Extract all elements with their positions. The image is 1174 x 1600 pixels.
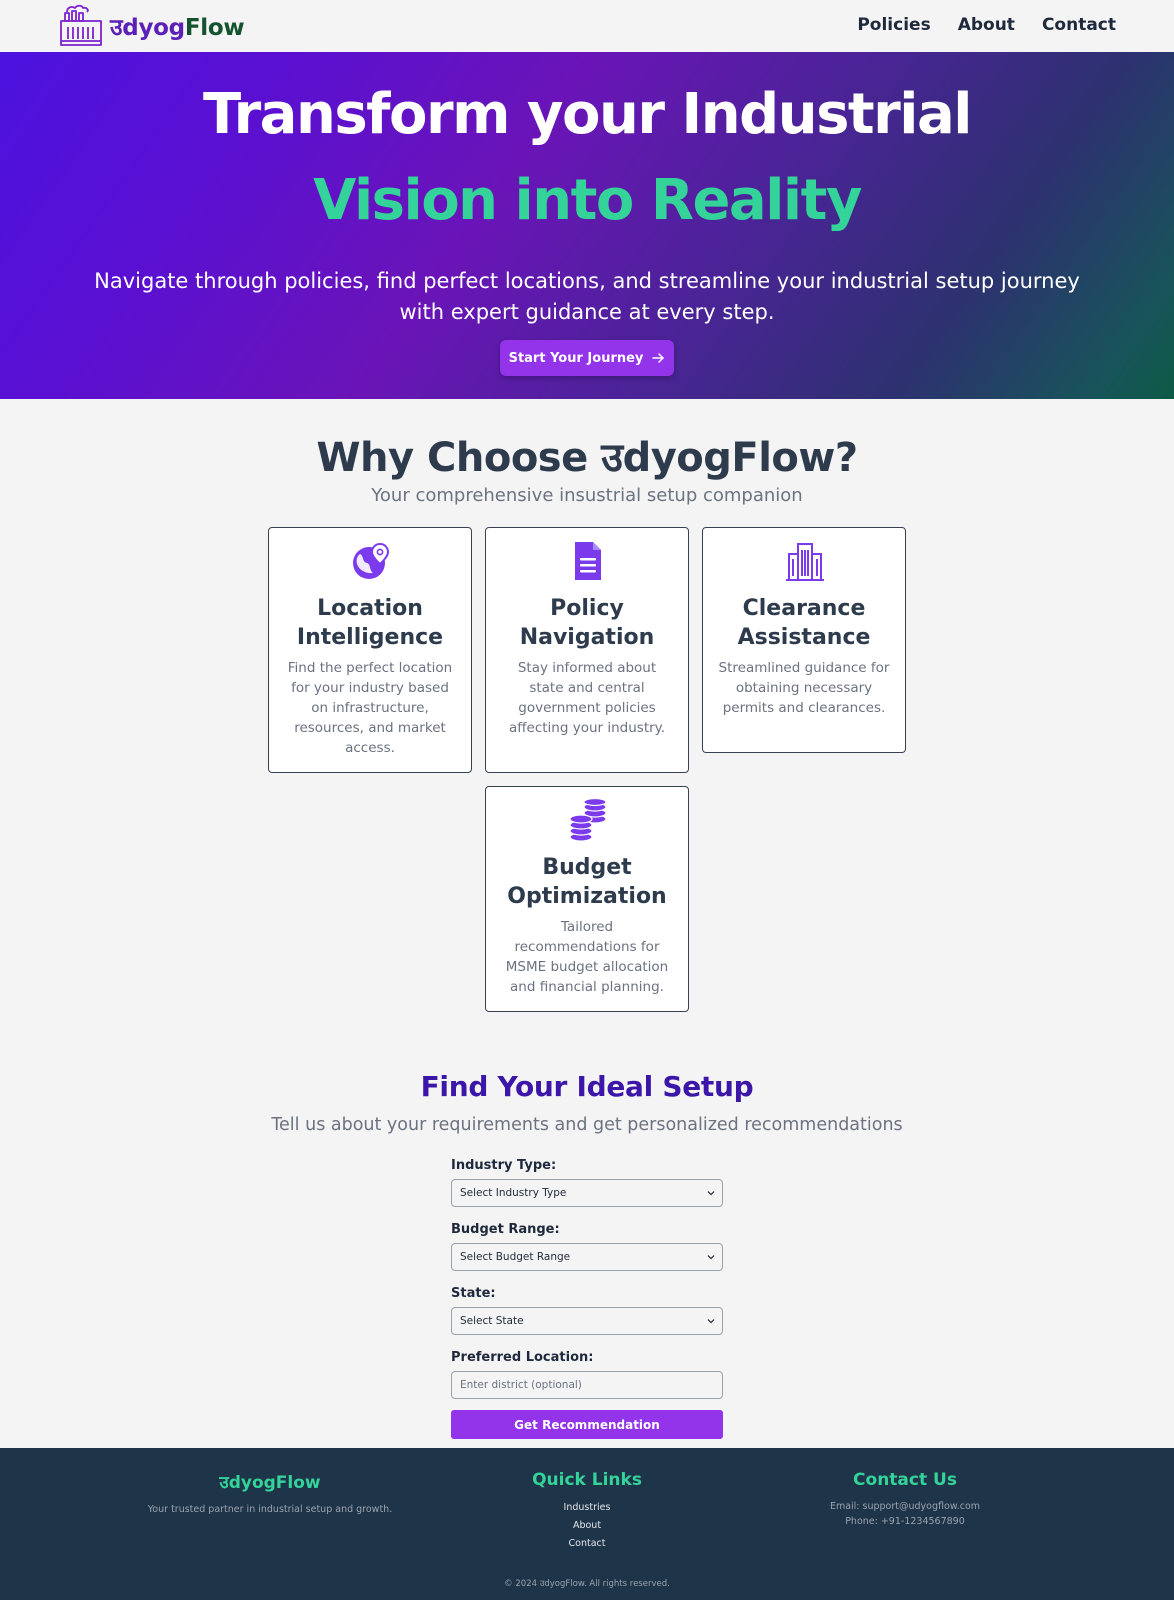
budget-range-value: Select Budget Range <box>460 1251 571 1263</box>
industry-type-label: Industry Type: <box>451 1158 557 1173</box>
nav-links: Policies About Contact <box>857 15 1116 35</box>
feature-card-clearance: Clearance Assistance Streamlined guidanc… <box>702 527 906 753</box>
card-description: Stay informed about state and central go… <box>508 660 666 736</box>
preferred-location-placeholder: Enter district (optional) <box>460 1379 582 1391</box>
globe-location-icon <box>353 542 390 579</box>
setup-form: Industry Type: Select Industry Type Budg… <box>451 1158 723 1439</box>
footer-quick-links-column: Quick Links Industries About Contact <box>487 1470 687 1553</box>
footer-link-about[interactable]: About <box>487 1517 687 1535</box>
footer-link-contact[interactable]: Contact <box>487 1535 687 1553</box>
hero-title-line1: Transform your Industrial <box>203 82 972 147</box>
card-title: Clearance Assistance <box>737 596 871 650</box>
footer-contact-column: Contact Us Email: support@udyogflow.com … <box>785 1470 1025 1529</box>
footer-tagline: Your trusted partner in industrial setup… <box>147 1504 393 1515</box>
start-journey-label: Start Your Journey <box>508 350 644 366</box>
card-description: Tailored recommendations for MSME budget… <box>505 919 669 995</box>
card-description: Streamlined guidance for obtaining neces… <box>718 660 890 716</box>
footer-phone[interactable]: Phone: +91-1234567890 <box>785 1514 1025 1529</box>
card-title: Location Intelligence <box>296 596 444 650</box>
why-section-title: Why Choose उdyogFlow? <box>316 435 858 481</box>
brand-name-part2: Flow <box>184 15 245 41</box>
document-icon <box>575 542 601 580</box>
nav-link-about[interactable]: About <box>958 15 1015 35</box>
chevron-down-icon <box>707 1319 715 1324</box>
navbar: उdyogFlow Policies About Contact <box>0 0 1174 52</box>
brand-name-part1: उdyog <box>110 15 185 41</box>
card-title: Budget Optimization <box>507 855 667 909</box>
feature-card-location: Location Intelligence Find the perfect l… <box>268 527 472 773</box>
hero-subtitle: Navigate through policies, find perfect … <box>94 269 1080 324</box>
why-section-subtitle: Your comprehensive insustrial setup comp… <box>371 485 803 506</box>
footer-brand: उdyogFlow <box>219 1473 321 1493</box>
contact-us-title: Contact Us <box>853 1470 957 1490</box>
footer-brand-column: उdyogFlow Your trusted partner in indust… <box>140 1470 400 1517</box>
brand[interactable]: उdyogFlow <box>58 3 245 49</box>
industry-type-value: Select Industry Type <box>460 1187 567 1199</box>
get-recommendation-button[interactable]: Get Recommendation <box>451 1410 723 1439</box>
building-icon <box>786 543 824 581</box>
setup-section-title: Find Your Ideal Setup <box>420 1070 754 1103</box>
chevron-down-icon <box>707 1255 715 1260</box>
state-select[interactable]: Select State <box>451 1307 723 1335</box>
factory-logo-icon <box>60 4 102 46</box>
footer-email[interactable]: Email: support@udyogflow.com <box>785 1499 1025 1514</box>
state-value: Select State <box>460 1315 524 1327</box>
state-label: State: <box>451 1286 496 1301</box>
feature-card-budget: Budget Optimization Tailored recommendat… <box>485 786 689 1012</box>
footer: उdyogFlow Your trusted partner in indust… <box>0 1448 1174 1600</box>
preferred-location-label: Preferred Location: <box>451 1350 594 1365</box>
preferred-location-input[interactable]: Enter district (optional) <box>451 1371 723 1399</box>
nav-link-contact[interactable]: Contact <box>1042 15 1116 35</box>
coins-icon <box>569 799 607 841</box>
budget-range-select[interactable]: Select Budget Range <box>451 1243 723 1271</box>
industry-type-select[interactable]: Select Industry Type <box>451 1179 723 1207</box>
arrow-right-icon <box>652 353 665 363</box>
card-title: Policy Navigation <box>519 596 655 650</box>
quick-links-title: Quick Links <box>532 1470 642 1490</box>
budget-range-label: Budget Range: <box>451 1222 560 1237</box>
hero-section: Transform your Industrial Vision into Re… <box>0 52 1174 399</box>
setup-section-subtitle: Tell us about your requirements and get … <box>271 1115 903 1135</box>
feature-card-policy: Policy Navigation Stay informed about st… <box>485 527 689 773</box>
nav-link-policies[interactable]: Policies <box>857 15 930 35</box>
chevron-down-icon <box>707 1191 715 1196</box>
start-journey-button[interactable]: Start Your Journey <box>500 340 674 376</box>
copyright: © 2024 उdyogFlow. All rights reserved. <box>504 1579 670 1589</box>
card-description: Find the perfect location for your indus… <box>287 660 453 756</box>
hero-title-line2: Vision into Reality <box>313 168 862 233</box>
footer-link-industries[interactable]: Industries <box>487 1499 687 1517</box>
